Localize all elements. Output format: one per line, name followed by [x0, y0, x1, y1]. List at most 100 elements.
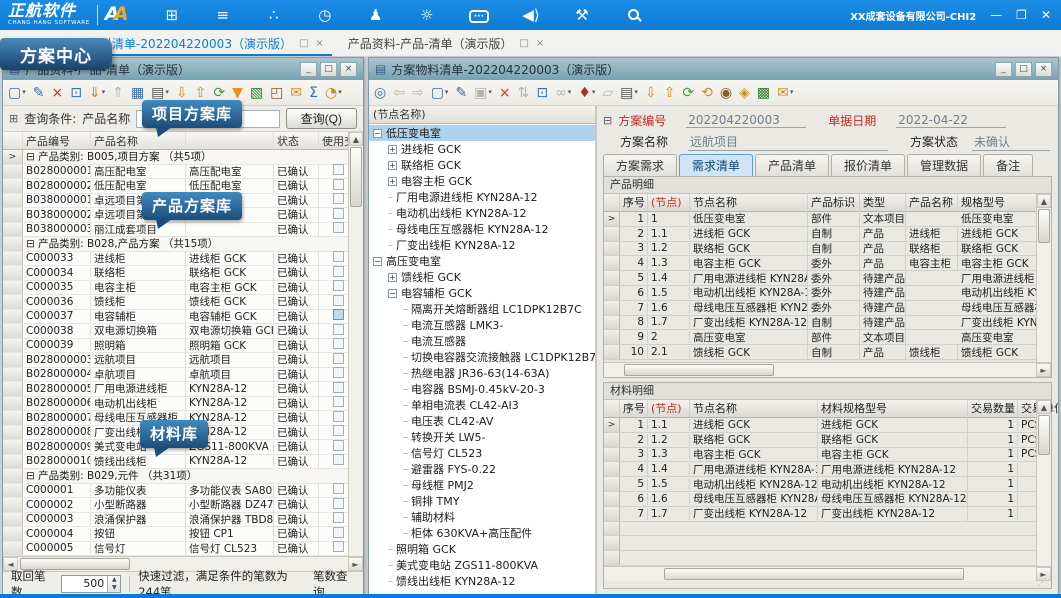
- row-selector[interactable]: [604, 492, 620, 506]
- row-selector[interactable]: [604, 462, 620, 476]
- tree-node[interactable]: –铜排 TMY: [369, 493, 595, 509]
- doc-date-value[interactable]: 2022-04-22: [896, 113, 1006, 128]
- row-selector[interactable]: [3, 266, 23, 280]
- tree-node[interactable]: –馈线出线柜 KYN28A-12: [369, 573, 595, 589]
- clock-icon[interactable]: ◷: [316, 8, 334, 23]
- tab-popout-icon[interactable]: □: [519, 38, 528, 49]
- link-icon[interactable]: ∞▾: [555, 86, 571, 100]
- send-up-icon[interactable]: ⇧: [195, 86, 207, 100]
- row-selector[interactable]: [3, 455, 23, 469]
- table-row[interactable]: 71.6母线电压互感器柜 KYN28A-12委外待建产品母线电压互感器柜 K: [604, 301, 1051, 316]
- query-button[interactable]: 查询(Q): [286, 108, 357, 129]
- row-selector[interactable]: [3, 469, 23, 483]
- checkbox[interactable]: [333, 295, 344, 306]
- row-selector[interactable]: [3, 208, 23, 222]
- table-row[interactable]: >11.1进线柜 GCK进线柜 GCK1PCS: [604, 418, 1051, 433]
- right-window-titlebar[interactable]: ▤ 方案物料清单-202204220003（演示版） _□×: [369, 58, 1058, 80]
- edit-icon[interactable]: ✎: [455, 86, 467, 100]
- row-selector[interactable]: [3, 165, 23, 179]
- checkbox[interactable]: [333, 324, 344, 335]
- scrollbar-thumb[interactable]: [350, 147, 362, 207]
- maximize-button[interactable]: ❒: [1016, 9, 1027, 21]
- lock-icon[interactable]: ◉: [720, 86, 732, 100]
- tree-node[interactable]: –单相电流表 CL42-AI3: [369, 397, 595, 413]
- collapse-form-icon[interactable]: ⊟: [603, 114, 612, 127]
- row-selector[interactable]: [3, 194, 23, 208]
- new-icon[interactable]: ▢▾: [431, 86, 449, 100]
- delete-icon[interactable]: ×: [499, 86, 511, 100]
- row-selector[interactable]: [3, 252, 23, 266]
- tree-node[interactable]: –电压表 CL42-AV: [369, 413, 595, 429]
- table-row[interactable]: 41.3电容主柜 GCK委外产品电容主柜电容主柜 GCK: [604, 256, 1051, 271]
- column-header[interactable]: 节点名称: [690, 400, 818, 417]
- material-grid-hscrollbar[interactable]: ►: [604, 566, 1051, 581]
- table-row[interactable]: C000035电容主柜电容主柜 GCK已确认: [3, 281, 363, 296]
- print-icon[interactable]: ▤▾: [620, 86, 638, 100]
- table-row[interactable]: C000036馈线柜馈线柜 GCK已确认: [3, 295, 363, 310]
- chat-icon[interactable]: ···: [469, 7, 489, 23]
- table-row[interactable]: 21.2联络柜 GCK联络柜 GCK1PCS: [604, 433, 1051, 448]
- material-grid-vscrollbar[interactable]: ▲: [1036, 400, 1051, 566]
- row-selector[interactable]: [604, 286, 620, 300]
- column-header[interactable]: 材料规格型号: [818, 400, 968, 417]
- tree-node[interactable]: −高压变电室: [369, 253, 595, 269]
- row-selector[interactable]: [3, 426, 23, 440]
- speaker-icon[interactable]: ◀⟩: [522, 8, 540, 23]
- row-selector[interactable]: [604, 433, 620, 447]
- row-selector[interactable]: [604, 330, 620, 344]
- scroll-right-icon[interactable]: ►: [1036, 363, 1051, 377]
- tree-node[interactable]: –照明箱 GCK: [369, 541, 595, 557]
- checkbox[interactable]: [333, 512, 344, 523]
- row-selector[interactable]: [604, 448, 620, 462]
- doc-icon[interactable]: ▱: [602, 86, 613, 100]
- table-row[interactable]: B028000003远航项目远航项目已确认: [3, 353, 363, 368]
- checkbox[interactable]: [333, 179, 344, 190]
- tree-node[interactable]: –电流互感器: [369, 333, 595, 349]
- table-row[interactable]: >11低压变电室部件文本项目低压变电室: [604, 212, 1051, 227]
- minimize-button[interactable]: _: [995, 62, 1012, 77]
- new-icon[interactable]: ▢▾: [8, 86, 26, 100]
- scrollbar-thumb[interactable]: [1038, 415, 1050, 455]
- tree-node[interactable]: –厂用电源进线柜 KYN28A-12: [369, 189, 595, 205]
- checkbox[interactable]: [333, 338, 344, 349]
- column-header[interactable]: 序号: [620, 400, 648, 417]
- checkbox[interactable]: [333, 208, 344, 219]
- checkbox[interactable]: [333, 396, 344, 407]
- row-selector[interactable]: >: [604, 212, 620, 226]
- back-icon[interactable]: ⇦: [393, 86, 405, 100]
- table-row[interactable]: C000005信号灯信号灯 CL523已确认: [3, 542, 363, 557]
- expand-query-icon[interactable]: ⊞: [9, 112, 18, 125]
- scrollbar-thumb[interactable]: [624, 364, 774, 376]
- tree-node[interactable]: –美式变电站 ZGS11-800KVA: [369, 557, 595, 573]
- tab-需求清单[interactable]: 需求清单: [679, 154, 753, 176]
- table-row[interactable]: [604, 536, 1051, 551]
- group-row[interactable]: ⊟ 产品类别: B029,元件 （共31项）: [3, 469, 363, 484]
- send-down-icon[interactable]: ⇩: [645, 86, 657, 100]
- table-row[interactable]: B028000005厂用电源进线柜KYN28A-12已确认: [3, 382, 363, 397]
- row-selector[interactable]: [604, 227, 620, 241]
- column-header[interactable]: [186, 132, 274, 149]
- table-row[interactable]: C000034联络柜联络柜 GCK已确认: [3, 266, 363, 281]
- tools-icon[interactable]: ⚒: [573, 8, 591, 23]
- minimize-button[interactable]: _: [300, 62, 317, 77]
- table-row[interactable]: 102.1馈线柜 GCK自制产品馈线柜馈线柜 GCK: [604, 345, 1051, 360]
- row-selector[interactable]: [604, 301, 620, 315]
- delete-icon[interactable]: ×: [51, 86, 63, 100]
- tree-node[interactable]: –母线电压互感器柜 KYN28A-12: [369, 221, 595, 237]
- table-row[interactable]: 51.4厂用电源进线柜 KYN28A-12委外待建产品厂用电源进线柜 KYN: [604, 271, 1051, 286]
- row-selector[interactable]: [3, 339, 23, 353]
- scrollbar-thumb[interactable]: [664, 568, 964, 580]
- document-tab[interactable]: 产品资料-产品-清单（演示版）□×: [336, 30, 557, 56]
- row-selector[interactable]: [604, 316, 620, 330]
- print-icon[interactable]: ▤▾: [151, 86, 169, 100]
- table-row[interactable]: B028000004卓航项目卓航项目已确认: [3, 368, 363, 383]
- table-row[interactable]: 51.5电动机出线柜 KYN28A-12电动机出线柜 KYN28A-121: [604, 477, 1051, 492]
- row-selector[interactable]: [604, 256, 620, 270]
- send-down-icon[interactable]: ⇩: [176, 86, 188, 100]
- stepper-arrows-icon[interactable]: ▲▼: [107, 576, 120, 592]
- row-selector[interactable]: [3, 353, 23, 367]
- send-up-icon[interactable]: ⇧: [664, 86, 676, 100]
- column-header[interactable]: 产品标识: [808, 194, 860, 211]
- table-row[interactable]: [604, 551, 1051, 566]
- excel-icon[interactable]: ▧: [250, 86, 263, 100]
